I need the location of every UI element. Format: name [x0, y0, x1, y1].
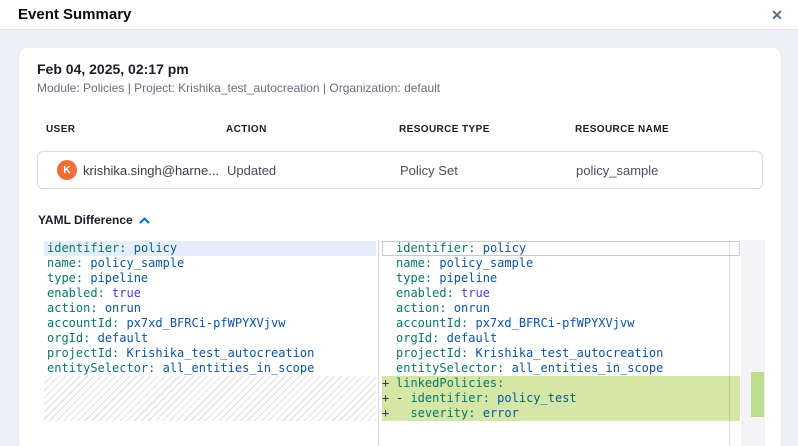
action-cell: Updated — [227, 163, 400, 178]
diff-line: identifier: policy — [382, 241, 740, 256]
diff-line-content: action: onrun — [396, 301, 490, 316]
resource-type-cell: Policy Set — [400, 163, 576, 178]
diff-line: type: pipeline — [44, 271, 376, 286]
diff-line-content: name: policy_sample — [396, 256, 533, 271]
user-email: krishika.singh@harne... — [83, 163, 219, 178]
diff-line: projectId: Krishika_test_autocreation — [382, 346, 740, 361]
diff-placeholder-hatch — [44, 376, 376, 421]
diff-line-content: entitySelector: all_entities_in_scope — [47, 361, 314, 376]
diff-line: accountId: px7xd_BFRCi-pfWPYXVjvw — [44, 316, 376, 331]
column-header-user: USER — [46, 124, 226, 135]
diff-line: projectId: Krishika_test_autocreation — [44, 346, 376, 361]
diff-add-marker — [382, 361, 396, 376]
diff-line-content: entitySelector: all_entities_in_scope — [396, 361, 663, 376]
diff-line: enabled: true — [44, 286, 376, 301]
event-timestamp: Feb 04, 2025, 02:17 pm — [37, 61, 189, 77]
column-header-resource-name: RESOURCE NAME — [575, 124, 763, 135]
diff-line: entitySelector: all_entities_in_scope — [44, 361, 376, 376]
diff-line: enabled: true — [382, 286, 740, 301]
diff-add-marker — [382, 331, 396, 346]
yaml-diff-editor: identifier: policyname: policy_sampletyp… — [44, 240, 765, 446]
diff-line-content: name: policy_sample — [47, 256, 184, 271]
diff-line-content: linkedPolicies: — [396, 376, 504, 391]
close-icon: ✕ — [771, 7, 783, 23]
diff-line-content: accountId: px7xd_BFRCi-pfWPYXVjvw — [396, 316, 634, 331]
diff-added-marker-strip — [751, 372, 764, 417]
diff-line: action: onrun — [44, 301, 376, 316]
diff-line: orgId: default — [382, 331, 740, 346]
diff-left-pane[interactable]: identifier: policyname: policy_sampletyp… — [44, 241, 376, 376]
diff-line-content: enabled: true — [47, 286, 141, 301]
diff-line-content: orgId: default — [396, 331, 497, 346]
diff-overview-ruler[interactable] — [741, 240, 765, 446]
diff-add-marker — [382, 346, 396, 361]
diff-line-content: severity: error — [396, 406, 519, 421]
yaml-difference-toggle[interactable]: YAML Difference — [38, 213, 150, 227]
diff-add-marker — [382, 301, 396, 316]
event-meta: Module: Policies | Project: Krishika_tes… — [37, 81, 440, 95]
diff-line: +linkedPolicies: — [382, 376, 740, 391]
diff-line-content: type: pipeline — [47, 271, 148, 286]
diff-line-content: identifier: policy — [47, 241, 177, 256]
diff-line: + severity: error — [382, 406, 740, 421]
column-header-resource-type: RESOURCE TYPE — [399, 124, 575, 135]
diff-add-marker — [382, 286, 396, 301]
diff-line-content: - identifier: policy_test — [396, 391, 577, 406]
diff-line-content: projectId: Krishika_test_autocreation — [47, 346, 314, 361]
diff-line: type: pipeline — [382, 271, 740, 286]
close-button[interactable]: ✕ — [766, 4, 788, 26]
diff-pane-divider[interactable] — [378, 240, 379, 446]
diff-line: entitySelector: all_entities_in_scope — [382, 361, 740, 376]
table-row: K krishika.singh@harne... Updated Policy… — [37, 151, 763, 189]
diff-line: name: policy_sample — [44, 256, 376, 271]
column-header-action: ACTION — [226, 124, 399, 135]
diff-line: action: onrun — [382, 301, 740, 316]
diff-add-marker: + — [382, 406, 396, 421]
event-summary-card: Feb 04, 2025, 02:17 pm Module: Policies … — [19, 48, 781, 446]
diff-line: name: policy_sample — [382, 256, 740, 271]
resource-name-cell: policy_sample — [576, 163, 762, 178]
diff-line-content: action: onrun — [47, 301, 141, 316]
avatar: K — [57, 160, 77, 180]
diff-line: orgId: default — [44, 331, 376, 346]
diff-line-content: enabled: true — [396, 286, 490, 301]
modal-header: Event Summary ✕ — [0, 0, 798, 30]
diff-right-pane[interactable]: identifier: policyname: policy_sampletyp… — [382, 241, 740, 421]
diff-line-content: orgId: default — [47, 331, 148, 346]
diff-line: accountId: px7xd_BFRCi-pfWPYXVjvw — [382, 316, 740, 331]
diff-add-marker: + — [382, 376, 396, 391]
chevron-up-icon — [139, 217, 150, 224]
diff-line-content: accountId: px7xd_BFRCi-pfWPYXVjvw — [47, 316, 285, 331]
diff-add-marker: + — [382, 391, 396, 406]
diff-line-content: type: pipeline — [396, 271, 497, 286]
diff-line-content: projectId: Krishika_test_autocreation — [396, 346, 663, 361]
diff-scrollbar-edge — [729, 240, 730, 446]
diff-add-marker — [382, 241, 396, 256]
user-cell: K krishika.singh@harne... — [47, 160, 227, 180]
diff-add-marker — [382, 271, 396, 286]
diff-line: +- identifier: policy_test — [382, 391, 740, 406]
audit-table-header: USER ACTION RESOURCE TYPE RESOURCE NAME — [46, 124, 763, 135]
page-title: Event Summary — [18, 6, 131, 23]
diff-line: identifier: policy — [44, 241, 376, 256]
yaml-difference-label: YAML Difference — [38, 213, 133, 227]
diff-line-content: identifier: policy — [396, 241, 526, 256]
diff-add-marker — [382, 256, 396, 271]
diff-add-marker — [382, 316, 396, 331]
